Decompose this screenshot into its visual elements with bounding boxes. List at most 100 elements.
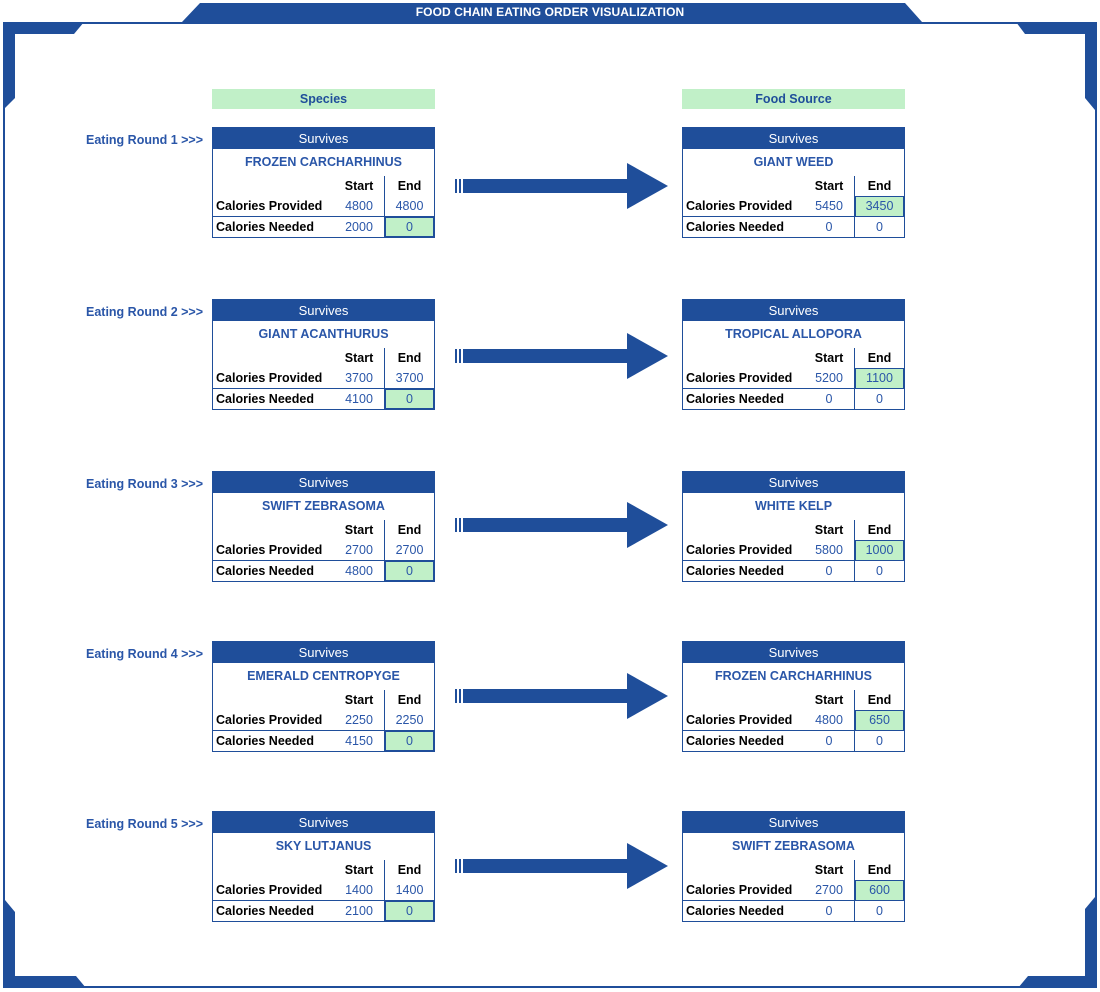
start-column-header: Start <box>344 351 374 365</box>
end-column-header: End <box>854 520 904 540</box>
end-column-header: End <box>384 176 434 196</box>
species-card: Survives GIANT ACANTHURUS Start End Calo… <box>212 299 435 410</box>
calorie-table: Start End Calories Provided 5800 1000 Ca… <box>683 520 904 581</box>
start-column-header: Start <box>344 693 374 707</box>
calories-needed-start: 0 <box>804 560 855 581</box>
calories-needed-label: Calories Needed <box>683 560 804 581</box>
eating-round-label: Eating Round 1 >>> <box>86 133 204 147</box>
end-column-header: End <box>384 690 434 710</box>
calories-provided-label: Calories Provided <box>216 199 323 213</box>
empty-cell <box>213 860 334 880</box>
frame-corner-bottom-left <box>3 900 86 988</box>
calories-provided-start: 3700 <box>345 371 373 385</box>
organism-name: SKY LUTJANUS <box>275 839 372 853</box>
calories-needed-end: 0 <box>854 388 904 409</box>
status-header: Survives <box>683 128 904 149</box>
calories-provided-label: Calories Provided <box>216 883 323 897</box>
calories-provided-label: Calories Provided <box>686 371 793 385</box>
start-column-header: Start <box>814 863 844 877</box>
start-column-header: Start <box>814 693 844 707</box>
food-source-card: Survives GIANT WEED Start End Calories P… <box>682 127 905 238</box>
frame-bottom-line <box>3 986 1097 988</box>
calories-provided-label: Calories Provided <box>216 543 323 557</box>
frame-top-line <box>3 22 1097 24</box>
species-column-header: Species <box>212 89 435 109</box>
end-column-header: End <box>854 860 904 880</box>
frame-right-line <box>1095 22 1097 988</box>
empty-cell <box>213 348 334 368</box>
calories-needed-label: Calories Needed <box>683 216 804 237</box>
calories-needed-start: 4100 <box>334 388 385 409</box>
organism-name: TROPICAL ALLOPORA <box>725 327 862 341</box>
calorie-table: Start End Calories Provided 1400 1400 Ca… <box>213 860 434 921</box>
calories-provided-label: Calories Provided <box>686 883 793 897</box>
calories-provided-end: 650 <box>854 710 904 731</box>
organism-name: SWIFT ZEBRASOMA <box>262 499 385 513</box>
calories-needed-start: 0 <box>804 900 855 921</box>
empty-cell <box>683 860 804 880</box>
calories-provided-start: 5200 <box>815 371 843 385</box>
calories-needed-label: Calories Needed <box>213 388 334 409</box>
organism-name: FROZEN CARCHARHINUS <box>245 155 402 169</box>
calorie-table: Start End Calories Provided 3700 3700 Ca… <box>213 348 434 409</box>
calories-provided-label: Calories Provided <box>686 543 793 557</box>
calories-provided-end: 600 <box>854 880 904 901</box>
calories-needed-start: 0 <box>804 388 855 409</box>
calorie-table: Start End Calories Provided 4800 650 Cal… <box>683 690 904 751</box>
food-source-card: Survives FROZEN CARCHARHINUS Start End C… <box>682 641 905 752</box>
calorie-table: Start End Calories Provided 4800 4800 Ca… <box>213 176 434 237</box>
calories-provided-start: 1400 <box>345 883 373 897</box>
eating-round-label: Eating Round 2 >>> <box>86 305 204 319</box>
start-column-header: Start <box>344 863 374 877</box>
species-card: Survives SKY LUTJANUS Start End Calories… <box>212 811 435 922</box>
calories-provided-end: 4800 <box>384 196 434 217</box>
food-source-column-header: Food Source <box>682 89 905 109</box>
calories-needed-start: 4800 <box>334 560 385 581</box>
end-column-header: End <box>384 860 434 880</box>
calories-needed-start: 0 <box>804 730 855 751</box>
calories-provided-start: 4800 <box>815 713 843 727</box>
calorie-table: Start End Calories Provided 2700 2700 Ca… <box>213 520 434 581</box>
calories-provided-end: 3700 <box>384 368 434 389</box>
frame-corner-top-left <box>3 22 84 108</box>
calories-provided-label: Calories Provided <box>216 371 323 385</box>
food-source-card: Survives SWIFT ZEBRASOMA Start End Calor… <box>682 811 905 922</box>
organism-name: EMERALD CENTROPYGE <box>247 669 400 683</box>
status-header: Survives <box>683 642 904 663</box>
calories-needed-end: 0 <box>854 900 904 921</box>
calories-needed-end: 0 <box>384 560 434 581</box>
start-column-header: Start <box>344 179 374 193</box>
organism-name: FROZEN CARCHARHINUS <box>715 669 872 683</box>
frame-corner-top-right <box>1016 22 1097 110</box>
calories-needed-end: 0 <box>384 900 434 921</box>
empty-cell <box>683 520 804 540</box>
organism-name: WHITE KELP <box>754 499 833 513</box>
arrow-right-icon <box>455 843 668 889</box>
calories-needed-start: 2000 <box>334 216 385 237</box>
calories-needed-label: Calories Needed <box>683 730 804 751</box>
frame-left-line <box>3 22 5 988</box>
calories-needed-label: Calories Needed <box>213 900 334 921</box>
calorie-table: Start End Calories Provided 2250 2250 Ca… <box>213 690 434 751</box>
calories-needed-end: 0 <box>384 730 434 751</box>
frame-corner-bottom-right <box>1018 897 1097 988</box>
calories-provided-end: 1000 <box>854 540 904 561</box>
arrow-right-icon <box>455 673 668 719</box>
calories-provided-start: 4800 <box>345 199 373 213</box>
calories-provided-end: 3450 <box>854 196 904 217</box>
organism-name: SWIFT ZEBRASOMA <box>732 839 855 853</box>
status-header: Survives <box>213 812 434 833</box>
calories-needed-end: 0 <box>854 216 904 237</box>
status-header: Survives <box>213 128 434 149</box>
eating-round-label: Eating Round 4 >>> <box>86 647 204 661</box>
calories-provided-start: 2700 <box>345 543 373 557</box>
calories-provided-end: 1100 <box>854 368 904 389</box>
calories-needed-end: 0 <box>384 388 434 409</box>
calories-needed-end: 0 <box>854 730 904 751</box>
calories-needed-start: 4150 <box>334 730 385 751</box>
end-column-header: End <box>384 520 434 540</box>
calories-provided-end: 1400 <box>384 880 434 901</box>
end-column-header: End <box>854 690 904 710</box>
status-header: Survives <box>683 300 904 321</box>
calories-provided-start: 2250 <box>345 713 373 727</box>
